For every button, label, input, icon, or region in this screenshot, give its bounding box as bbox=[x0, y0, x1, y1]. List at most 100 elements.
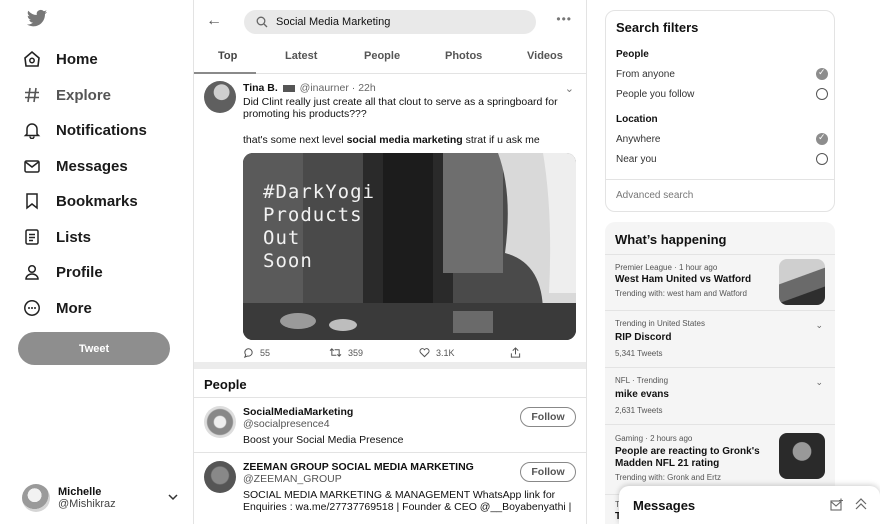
search-filters-panel: Search filters People From anyone People… bbox=[605, 10, 835, 212]
retweet-count: 359 bbox=[348, 347, 364, 358]
avatar bbox=[22, 484, 50, 512]
tweet[interactable]: Tina B. @inaurner · 22h ⌄ Did Clint real… bbox=[194, 74, 586, 369]
nav-lists-label: Lists bbox=[56, 228, 92, 246]
reply-button[interactable]: 55 bbox=[243, 347, 270, 358]
trend-thumbnail bbox=[779, 433, 825, 479]
user-name[interactable]: SocialMediaMarketing bbox=[243, 406, 353, 418]
trend-subtitle: Trending with: Gronk and Ertz bbox=[615, 473, 721, 482]
search-header: ← ••• bbox=[194, 0, 586, 40]
tab-people[interactable]: People bbox=[364, 50, 400, 62]
nav-profile[interactable]: Profile bbox=[22, 257, 103, 287]
tweet-author-name[interactable]: Tina B. bbox=[243, 82, 278, 94]
reply-count: 55 bbox=[260, 347, 271, 358]
search-input[interactable] bbox=[276, 16, 516, 28]
trend-item[interactable]: Gaming · 2 hours ago People are reacting… bbox=[605, 424, 835, 494]
tweet-text-2: that's some next level social media mark… bbox=[243, 134, 540, 146]
trend-title: RIP Discord bbox=[615, 332, 672, 343]
share-button[interactable] bbox=[510, 347, 521, 358]
media-overlay-text: #DarkYogi Products Out Soon bbox=[263, 181, 375, 272]
trend-meta: Gaming · 2 hours ago bbox=[615, 434, 693, 443]
filter-anywhere[interactable]: Anywhere bbox=[616, 132, 828, 145]
trend-item[interactable]: NFL · Trending mike evans 2,631 Tweets ⌄ bbox=[605, 367, 835, 424]
radio-checked-icon[interactable] bbox=[816, 132, 828, 145]
tab-videos[interactable]: Videos bbox=[527, 50, 563, 62]
search-tabs: Top Latest People Photos Videos bbox=[194, 40, 586, 74]
nav-home[interactable]: Home bbox=[22, 44, 98, 74]
messages-drawer[interactable]: Messages bbox=[619, 486, 880, 524]
chevron-down-icon[interactable]: ⌄ bbox=[815, 377, 823, 388]
nav-explore-label: Explore bbox=[56, 86, 112, 104]
trend-thumbnail bbox=[779, 259, 825, 305]
reply-icon bbox=[243, 348, 253, 358]
share-icon bbox=[510, 347, 521, 358]
filter-people-you-follow[interactable]: People you follow bbox=[616, 88, 828, 100]
trend-meta: Premier League · 1 hour ago bbox=[615, 263, 718, 272]
nav-explore[interactable]: Explore bbox=[22, 80, 111, 110]
nav-more[interactable]: More bbox=[22, 293, 92, 323]
tweet-author-avatar[interactable] bbox=[204, 81, 236, 113]
nav-notifications[interactable]: Notifications bbox=[22, 115, 147, 145]
user-bio: SOCIAL MEDIA MARKETING & MANAGEMENT What… bbox=[243, 489, 572, 513]
nav-profile-label: Profile bbox=[56, 263, 103, 281]
list-item[interactable]: SocialMediaMarketing @socialpresence4 Bo… bbox=[194, 398, 586, 453]
person-icon bbox=[22, 262, 42, 282]
user-avatar[interactable] bbox=[204, 461, 236, 493]
trend-item[interactable]: Premier League · 1 hour ago West Ham Uni… bbox=[605, 254, 835, 310]
more-options-icon[interactable]: ••• bbox=[556, 12, 572, 26]
list-item[interactable]: ZEEMAN GROUP SOCIAL MEDIA MARKETING @ZEE… bbox=[194, 453, 586, 524]
search-box[interactable] bbox=[244, 10, 536, 34]
hashtag-icon bbox=[22, 85, 42, 105]
back-arrow-icon[interactable]: ← bbox=[206, 12, 222, 30]
follow-button[interactable]: Follow bbox=[520, 407, 576, 427]
nav-bookmarks-label: Bookmarks bbox=[56, 192, 138, 210]
like-button[interactable]: 3.1K bbox=[419, 347, 455, 358]
nav-home-label: Home bbox=[56, 50, 98, 68]
user-name[interactable]: ZEEMAN GROUP SOCIAL MEDIA MARKETING bbox=[243, 461, 474, 473]
tab-latest[interactable]: Latest bbox=[285, 50, 317, 62]
tab-photos[interactable]: Photos bbox=[445, 50, 482, 62]
radio-checked-icon[interactable] bbox=[816, 67, 828, 80]
trend-subtitle: 5,341 Tweets bbox=[615, 349, 663, 358]
radio-unchecked-icon[interactable] bbox=[816, 88, 828, 100]
trend-meta: Trending in United States bbox=[615, 319, 705, 328]
chevron-down-icon[interactable]: ⌄ bbox=[815, 320, 823, 331]
user-bio: Boost your Social Media Presence bbox=[243, 434, 404, 446]
account-handle: @Mishikraz bbox=[58, 498, 116, 510]
advanced-search-link[interactable]: Advanced search bbox=[606, 179, 834, 211]
filter-location-heading: Location bbox=[616, 114, 658, 125]
user-avatar[interactable] bbox=[204, 406, 236, 438]
tweet-header: Tina B. @inaurner · 22h bbox=[243, 82, 376, 94]
retweet-button[interactable]: 359 bbox=[329, 347, 363, 358]
tweet-time[interactable]: 22h bbox=[358, 82, 376, 94]
whats-happening-panel: What’s happening Premier League · 1 hour… bbox=[605, 222, 835, 524]
trend-item[interactable]: Trending in United States RIP Discord 5,… bbox=[605, 310, 835, 367]
filter-from-anyone[interactable]: From anyone bbox=[616, 67, 828, 80]
account-name: Michelle bbox=[58, 486, 102, 498]
expand-up-icon[interactable] bbox=[854, 497, 868, 511]
search-icon bbox=[256, 16, 268, 28]
trend-title: West Ham United vs Watford bbox=[615, 274, 752, 285]
user-handle: @socialpresence4 bbox=[243, 418, 330, 430]
tweet-button[interactable]: Tweet bbox=[18, 332, 170, 365]
filter-near-you[interactable]: Near you bbox=[616, 153, 828, 165]
tweet-menu-chevron-icon[interactable]: ⌄ bbox=[565, 82, 574, 95]
new-message-icon[interactable] bbox=[830, 498, 844, 512]
twitter-logo-icon[interactable] bbox=[26, 9, 48, 29]
nav-messages-label: Messages bbox=[56, 157, 128, 175]
account-switcher[interactable]: Michelle @Mishikraz bbox=[22, 481, 187, 515]
nav-bookmarks[interactable]: Bookmarks bbox=[22, 186, 138, 216]
radio-unchecked-icon[interactable] bbox=[816, 153, 828, 165]
filter-anywhere-label: Anywhere bbox=[616, 134, 661, 145]
whats-happening-title: What’s happening bbox=[615, 232, 727, 247]
tweet-text-2-keyword: social media marketing bbox=[346, 134, 463, 146]
nav-messages[interactable]: Messages bbox=[22, 151, 128, 181]
tab-top[interactable]: Top bbox=[218, 50, 237, 62]
follow-button[interactable]: Follow bbox=[520, 462, 576, 482]
retweet-icon bbox=[329, 348, 342, 357]
filter-people-you-follow-label: People you follow bbox=[616, 89, 695, 100]
user-handle: @ZEEMAN_GROUP bbox=[243, 473, 342, 485]
nav-lists[interactable]: Lists bbox=[22, 222, 91, 252]
tweet-media-image[interactable]: #DarkYogi Products Out Soon bbox=[243, 153, 576, 340]
left-navigation: Home Explore Notifications Messages Book… bbox=[0, 0, 190, 524]
heart-icon bbox=[419, 348, 430, 358]
